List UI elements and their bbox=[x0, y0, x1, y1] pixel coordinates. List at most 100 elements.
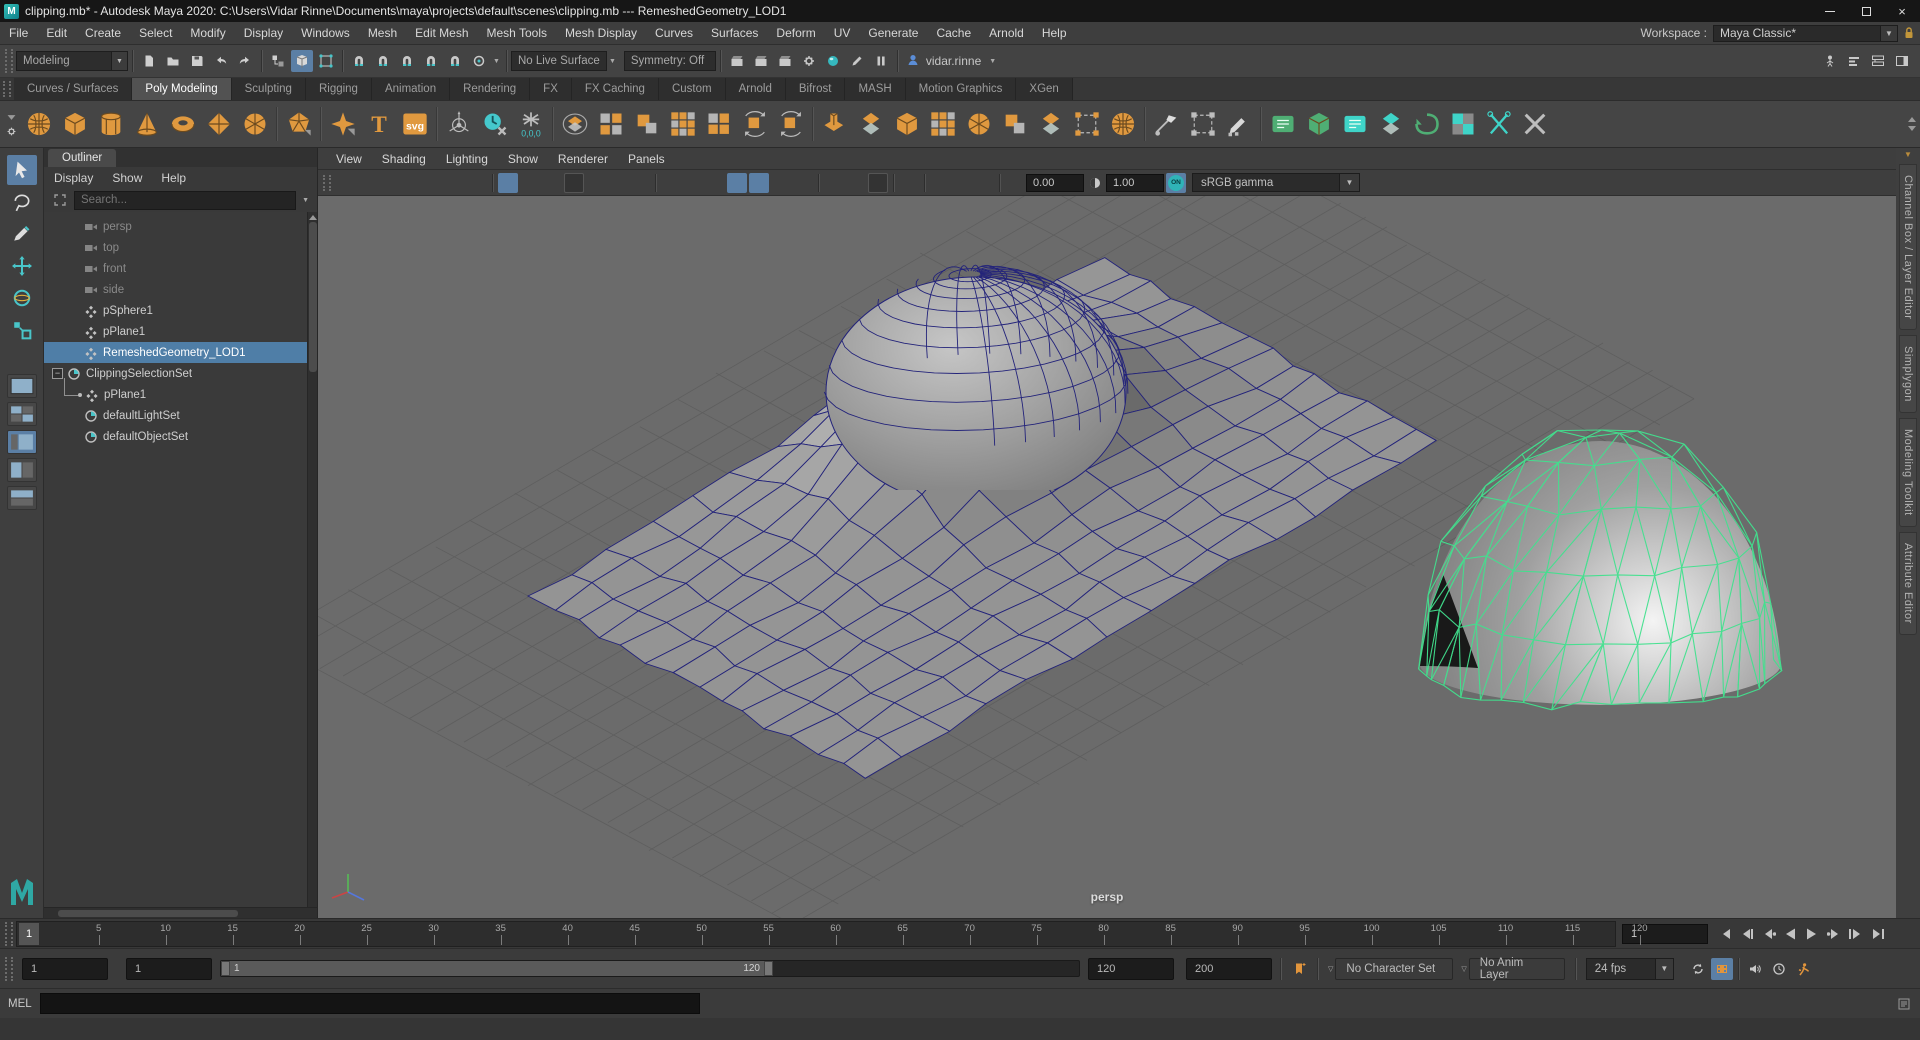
shelf-tab-rigging[interactable]: Rigging bbox=[306, 78, 372, 100]
ambient-occlusion-icon[interactable]: ao bbox=[824, 173, 844, 193]
menu-mesh-display[interactable]: Mesh Display bbox=[556, 22, 646, 44]
shelf-tab-arnold[interactable]: Arnold bbox=[726, 78, 786, 100]
outliner-item-pSphere1[interactable]: pSphere1 bbox=[44, 300, 307, 321]
playback-loop-icon[interactable] bbox=[1687, 958, 1709, 980]
shelf-tab-custom[interactable]: Custom bbox=[659, 78, 726, 100]
outliner-item-persp[interactable]: persp bbox=[44, 216, 307, 237]
shelf-icon-mirror[interactable] bbox=[737, 105, 773, 143]
shelf-tab-fx-caching[interactable]: FX Caching bbox=[572, 78, 659, 100]
snap-point-icon[interactable] bbox=[396, 50, 418, 72]
shelf-tab-animation[interactable]: Animation bbox=[372, 78, 450, 100]
outliner-menu-help[interactable]: Help bbox=[161, 171, 186, 185]
shelf-icon-extract[interactable] bbox=[701, 105, 737, 143]
outliner-item-top[interactable]: top bbox=[44, 237, 307, 258]
make-live-icon[interactable] bbox=[468, 50, 490, 72]
redo-icon[interactable] bbox=[234, 50, 256, 72]
shelf-icon-poly-disc[interactable] bbox=[237, 105, 273, 143]
go-to-end-icon[interactable] bbox=[1868, 923, 1889, 945]
shelf-icon-poly-sphere[interactable] bbox=[21, 105, 57, 143]
current-frame-marker[interactable]: 1 bbox=[19, 923, 39, 945]
shelf-icon-add-divisions[interactable] bbox=[665, 105, 701, 143]
shelf-icon-multi-components[interactable] bbox=[925, 105, 961, 143]
camera-attributes-icon[interactable]: gear bbox=[379, 173, 399, 193]
command-line-input[interactable] bbox=[40, 993, 700, 1014]
wireframe-icon[interactable]: wirecube bbox=[661, 173, 681, 193]
snap-grid-icon[interactable] bbox=[348, 50, 370, 72]
scale-tool[interactable] bbox=[7, 315, 37, 345]
shelf-tab-curves-surfaces[interactable]: Curves / Surfaces bbox=[14, 78, 132, 100]
menu-uv[interactable]: UV bbox=[825, 22, 860, 44]
auto-key-icon[interactable] bbox=[1711, 958, 1733, 980]
sync-playback-icon[interactable] bbox=[1768, 958, 1790, 980]
shelf-icon-uv-checker[interactable] bbox=[1445, 105, 1481, 143]
isolate-select-icon[interactable]: isolate bbox=[899, 173, 919, 193]
menu-mesh[interactable]: Mesh bbox=[359, 22, 406, 44]
shelf-icon-sculpt-mesh[interactable] bbox=[1105, 105, 1141, 143]
shelf-icon-flip[interactable] bbox=[773, 105, 809, 143]
shelf-icon-bridge[interactable] bbox=[889, 105, 925, 143]
symmetry-field[interactable]: Symmetry: Off bbox=[624, 51, 716, 71]
shelf-icon-uv-cut-sew[interactable] bbox=[1481, 105, 1517, 143]
step-back-key-icon[interactable] bbox=[1758, 923, 1779, 945]
range-end-handle[interactable] bbox=[764, 961, 773, 976]
menu-help[interactable]: Help bbox=[1033, 22, 1076, 44]
shelf-icon-smooth[interactable] bbox=[629, 105, 665, 143]
hypershade-icon[interactable] bbox=[822, 50, 844, 72]
menu-arnold[interactable]: Arnold bbox=[980, 22, 1033, 44]
viewport-menu-panels[interactable]: Panels bbox=[618, 152, 675, 166]
live-surface-field[interactable]: No Live Surface bbox=[511, 51, 607, 71]
anim-layer-arrow[interactable]: ▽ bbox=[1461, 965, 1466, 973]
tool-settings-icon[interactable] bbox=[1891, 50, 1913, 72]
outliner-item-pPlane1[interactable]: pPlane1 bbox=[44, 321, 307, 342]
snap-options-arrow[interactable]: ▼ bbox=[493, 58, 500, 65]
select-camera-icon[interactable]: camera bbox=[335, 173, 355, 193]
menu-mesh-tools[interactable]: Mesh Tools bbox=[478, 22, 556, 44]
shelf-tab-mash[interactable]: MASH bbox=[845, 78, 905, 100]
lock-camera-icon[interactable]: lockCam bbox=[357, 173, 377, 193]
shelf-icon-insert-edge-loop[interactable] bbox=[1185, 105, 1221, 143]
ipr-render-icon[interactable] bbox=[750, 50, 772, 72]
pause-viewport-icon[interactable] bbox=[870, 50, 892, 72]
channel-box-icon[interactable] bbox=[1843, 50, 1865, 72]
shelf-tab-motion-graphics[interactable]: Motion Graphics bbox=[906, 78, 1017, 100]
field-chart-icon[interactable]: fieldchart bbox=[586, 173, 606, 193]
attribute-editor-icon[interactable] bbox=[1867, 50, 1889, 72]
new-scene-icon[interactable] bbox=[138, 50, 160, 72]
sidebar-collapse-arrow[interactable]: ▼ bbox=[1904, 150, 1912, 159]
menu-edit-mesh[interactable]: Edit Mesh bbox=[406, 22, 477, 44]
expand-collapse-icon[interactable]: − bbox=[52, 368, 63, 379]
add-bookmark-icon[interactable] bbox=[1290, 958, 1308, 980]
outliner-vertical-scrollbar[interactable] bbox=[307, 212, 317, 907]
outliner-search-input[interactable] bbox=[74, 191, 296, 210]
playback-end-field[interactable] bbox=[1088, 958, 1174, 980]
shelf-icon-svg-tool[interactable]: svg bbox=[397, 105, 433, 143]
select-tool[interactable] bbox=[7, 155, 37, 185]
menu-set-dropdown-arrow[interactable]: ▼ bbox=[112, 51, 128, 71]
shelf-icon-poly-plane[interactable] bbox=[201, 105, 237, 143]
play-backwards-icon[interactable] bbox=[1780, 923, 1801, 945]
character-set-arrow[interactable]: ▽ bbox=[1328, 965, 1333, 973]
sidebar-tab-attribute-editor[interactable]: Attribute Editor bbox=[1899, 532, 1917, 635]
audio-icon[interactable] bbox=[1744, 958, 1766, 980]
multisample-icon[interactable]: gatemask bbox=[868, 173, 888, 193]
view-transform-dropdown[interactable]: sRGB gamma bbox=[1192, 173, 1340, 192]
viewport-toolbar-grip[interactable] bbox=[323, 175, 331, 191]
menu-file[interactable]: File bbox=[0, 22, 37, 44]
filter-icon[interactable] bbox=[51, 191, 69, 209]
shelf-gear-icon[interactable] bbox=[5, 126, 18, 137]
shelf-icon-platonic-solid[interactable] bbox=[281, 105, 317, 143]
shelf-tab-rendering[interactable]: Rendering bbox=[450, 78, 530, 100]
outliner-item-front[interactable]: front bbox=[44, 258, 307, 279]
menu-curves[interactable]: Curves bbox=[646, 22, 702, 44]
menu-cache[interactable]: Cache bbox=[927, 22, 980, 44]
outliner-item-pPlane1[interactable]: pPlane1 bbox=[44, 384, 307, 405]
step-forward-frame-icon[interactable] bbox=[1846, 923, 1867, 945]
shelf-tab-sculpting[interactable]: Sculpting bbox=[232, 78, 306, 100]
live-surface-arrow[interactable]: ▼ bbox=[609, 58, 616, 65]
shelf-grip[interactable] bbox=[3, 81, 11, 97]
render-frame-icon[interactable] bbox=[726, 50, 748, 72]
exposure-field[interactable] bbox=[1026, 174, 1084, 192]
grid-icon[interactable]: gridIc bbox=[498, 173, 518, 193]
sidebar-tab-simplygon[interactable]: Simplygon bbox=[1899, 335, 1917, 413]
render-sequence-icon[interactable] bbox=[774, 50, 796, 72]
